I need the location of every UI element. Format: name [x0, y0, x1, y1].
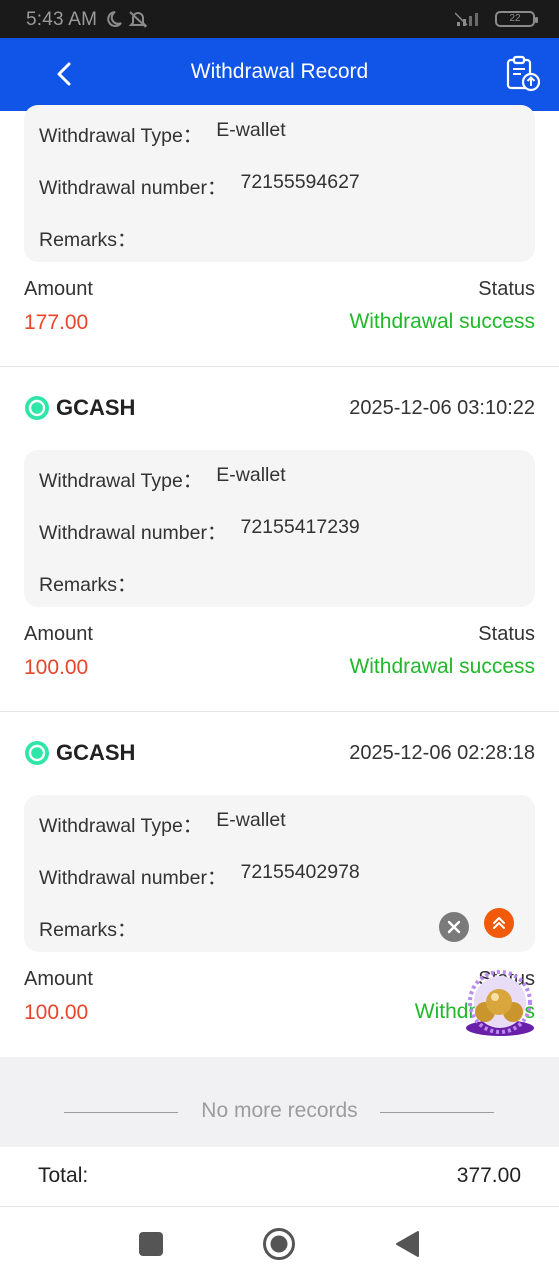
withdrawal-type-value: E-wallet — [216, 119, 286, 141]
brand-name: GCASH — [56, 395, 136, 420]
record-card: GCASH 2025-12-06 03:10:22 Withdrawal Typ… — [0, 367, 559, 712]
gold-ball-promo-icon — [466, 970, 534, 1036]
withdrawal-number-value: 72155417239 — [240, 516, 360, 538]
remarks-label: Remarks： — [39, 919, 137, 941]
moon-bell-off-icon — [107, 11, 148, 28]
record-date: 2025-12-06 03:10:22 — [349, 397, 535, 419]
record-header: GCASH 2025-12-06 02:28:18 — [24, 740, 535, 770]
status-time: 5:43 AM — [26, 9, 98, 30]
signal-icon — [455, 12, 478, 26]
battery-icon: 22 — [495, 11, 538, 27]
app-header: Withdrawal Record — [0, 38, 559, 111]
status-value: Withdrawal success — [349, 655, 535, 678]
brand-name: GCASH — [56, 740, 136, 765]
remarks-row: Remarks： — [39, 913, 137, 942]
withdrawal-number-value: 72155594627 — [240, 171, 360, 193]
no-more-records: No more records — [201, 1099, 358, 1122]
system-nav-bar — [0, 1207, 559, 1280]
total-label: Total: — [38, 1164, 89, 1187]
export-record-button[interactable] — [503, 54, 543, 94]
back-nav-button[interactable] — [390, 1227, 424, 1261]
withdrawal-type-value: E-wallet — [216, 809, 286, 831]
square-icon — [139, 1232, 163, 1256]
withdrawal-type-row: Withdrawal Type： E-wallet — [39, 809, 286, 838]
withdrawal-type-label: Withdrawal Type： — [39, 125, 203, 147]
withdrawal-type-row: Withdrawal Type： E-wallet — [39, 464, 286, 493]
gcash-logo-icon — [25, 741, 49, 765]
record-header: GCASH 2025-12-06 03:10:22 — [24, 395, 535, 425]
remarks-row: Remarks： — [39, 568, 137, 597]
amount-value: 100.00 — [24, 656, 89, 679]
floating-promo-ball[interactable] — [463, 968, 537, 1040]
total-value: 377.00 — [456, 1164, 521, 1187]
withdrawal-type-label: Withdrawal Type： — [39, 470, 203, 492]
remarks-label: Remarks： — [39, 229, 137, 251]
system-status-bar: 5:43 AM 22 — [0, 0, 559, 38]
status-label: Status — [478, 623, 535, 645]
record-detail-box: Withdrawal Type： E-wallet Withdrawal num… — [24, 450, 535, 607]
scroll-top-button[interactable] — [484, 908, 514, 938]
record-card: Withdrawal Type： E-wallet Withdrawal num… — [0, 105, 559, 367]
amount-label: Amount — [24, 623, 93, 645]
amount-value: 177.00 — [24, 311, 89, 334]
brand: GCASH — [24, 740, 135, 766]
close-icon — [447, 920, 461, 934]
triangle-back-icon — [396, 1231, 419, 1257]
status-notification-icons — [106, 9, 150, 34]
withdrawal-number-row: Withdrawal number： 72155417239 — [39, 516, 360, 545]
withdrawal-number-label: Withdrawal number： — [39, 522, 227, 544]
page-title: Withdrawal Record — [190, 60, 369, 83]
circle-icon — [263, 1228, 295, 1260]
withdrawal-number-label: Withdrawal number： — [39, 867, 227, 889]
gcash-logo-icon — [25, 396, 49, 420]
remarks-row: Remarks： — [39, 223, 137, 252]
withdrawal-type-value: E-wallet — [216, 464, 286, 486]
withdrawal-number-row: Withdrawal number： 72155594627 — [39, 171, 360, 200]
status-label: Status — [478, 278, 535, 300]
home-button[interactable] — [262, 1227, 296, 1261]
withdrawal-type-label: Withdrawal Type： — [39, 815, 203, 837]
status-right: 22 — [455, 11, 538, 27]
divider-right — [380, 1112, 494, 1113]
withdrawal-number-label: Withdrawal number： — [39, 177, 227, 199]
brand: GCASH — [24, 395, 135, 421]
status-value: Withdrawal success — [349, 310, 535, 333]
total-bar: Total: 377.00 — [0, 1147, 559, 1207]
float-close-button[interactable] — [439, 912, 469, 942]
withdrawal-type-row: Withdrawal Type： E-wallet — [39, 119, 286, 148]
double-chevron-up-icon — [493, 917, 505, 929]
recent-apps-button[interactable] — [134, 1227, 168, 1261]
record-date: 2025-12-06 02:28:18 — [349, 742, 535, 764]
record-detail-box: Withdrawal Type： E-wallet Withdrawal num… — [24, 105, 535, 262]
withdrawal-number-row: Withdrawal number： 72155402978 — [39, 861, 360, 890]
amount-label: Amount — [24, 278, 93, 300]
list-footer: No more records — [0, 1057, 559, 1147]
withdrawal-number-value: 72155402978 — [240, 861, 360, 883]
amount-value: 100.00 — [24, 1001, 89, 1024]
clipboard-upload-icon — [506, 55, 541, 92]
amount-label: Amount — [24, 968, 93, 990]
remarks-label: Remarks： — [39, 574, 137, 596]
